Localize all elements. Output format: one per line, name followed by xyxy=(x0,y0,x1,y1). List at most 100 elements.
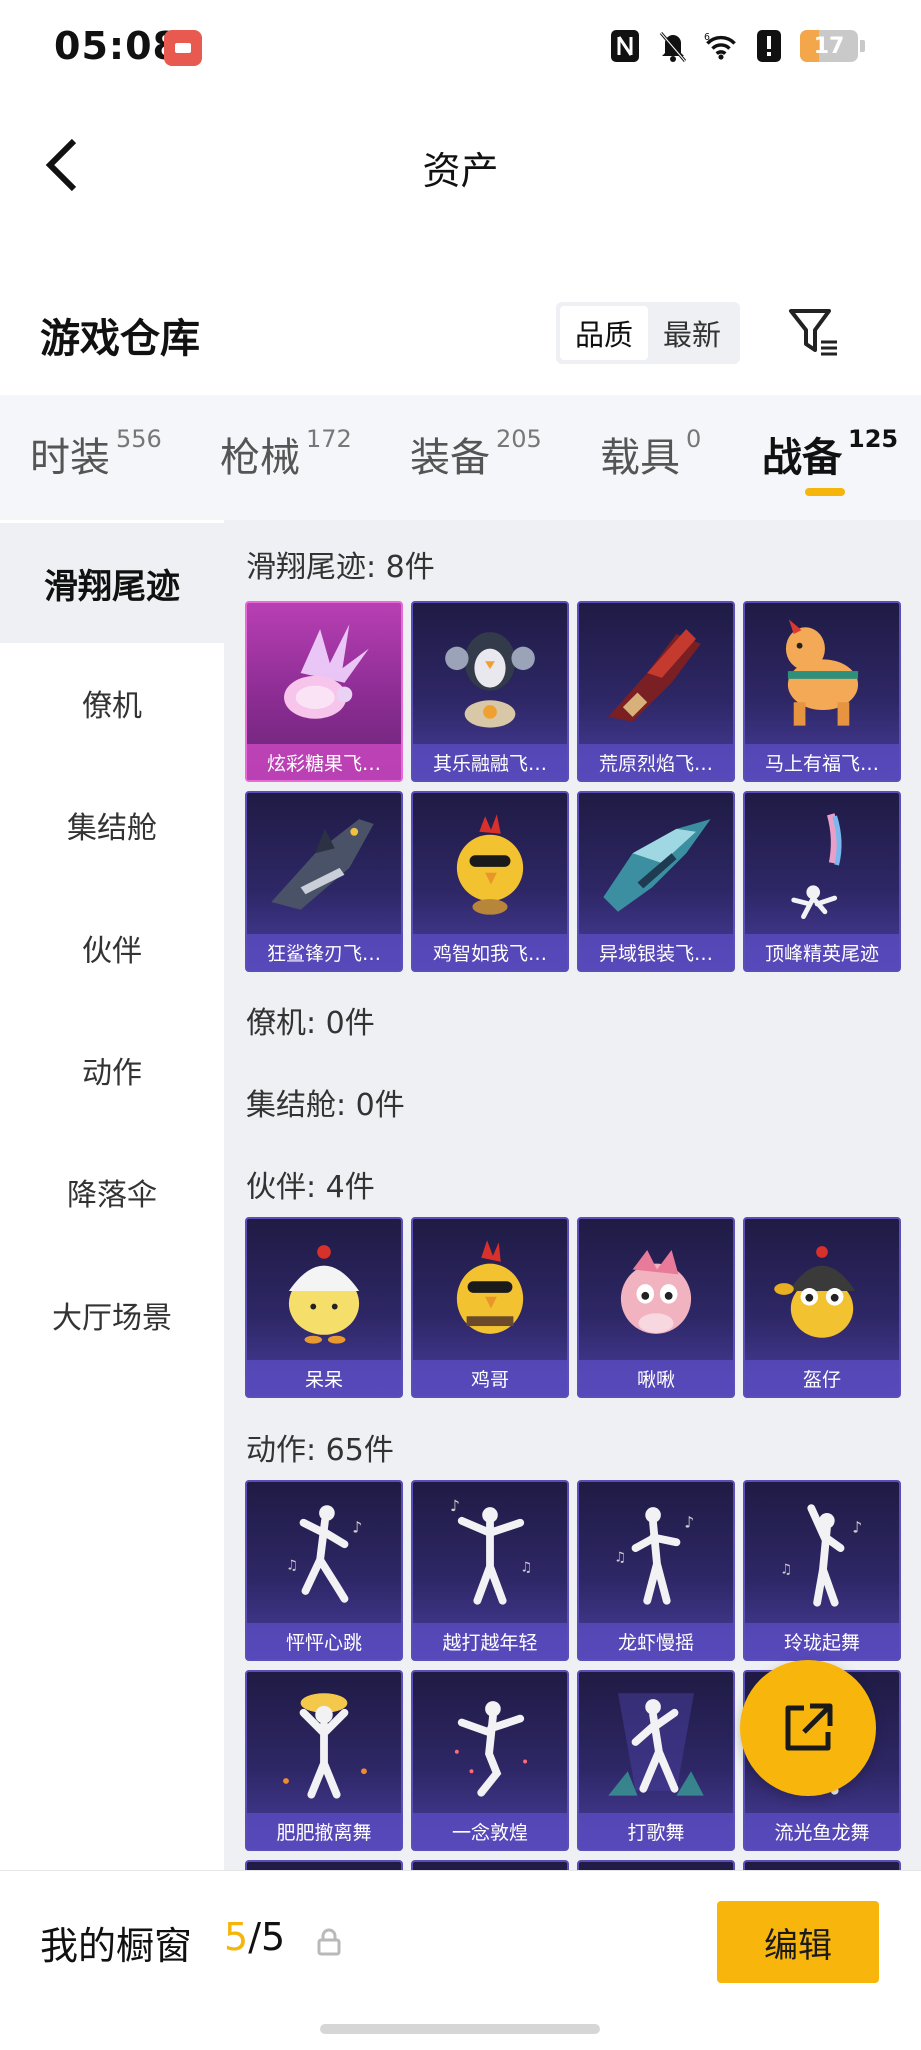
item-label: 啾啾 xyxy=(579,1360,733,1396)
item-card[interactable]: 异域银装飞… xyxy=(577,791,735,972)
svg-text:♪: ♪ xyxy=(684,1514,694,1532)
item-label: 玲珑起舞 xyxy=(745,1623,899,1659)
item-card[interactable]: 炫彩糖果飞… xyxy=(245,601,403,782)
item-label: 马上有福飞… xyxy=(745,744,899,780)
bottom-bar: 我的橱窗 5/5 编辑 xyxy=(0,1870,921,2050)
item-card[interactable] xyxy=(743,1860,901,1870)
flame-trail-icon xyxy=(608,629,701,722)
wifi-6-icon: 6 xyxy=(704,28,738,64)
edit-button[interactable]: 编辑 xyxy=(717,1901,879,1983)
sidebar-item-lobby-scene[interactable]: 大厅场景 xyxy=(0,1255,224,1375)
page-title: 资产 xyxy=(422,149,499,193)
item-label: 一念敦煌 xyxy=(413,1813,567,1849)
kuizai-companion-icon xyxy=(774,1246,856,1338)
sidebar-item-rally-pod[interactable]: 集结舱 xyxy=(0,765,224,885)
item-label: 异域银装飞… xyxy=(579,934,733,970)
section-header-rally-pod: 集结舱: 0件 xyxy=(246,1088,405,1123)
item-card[interactable] xyxy=(245,1860,403,1870)
item-card[interactable]: 鸡智如我飞… xyxy=(411,791,569,972)
item-card[interactable]: 打歌舞 xyxy=(577,1670,735,1851)
daidai-companion-icon xyxy=(288,1245,360,1344)
tab-count: 556 xyxy=(116,425,162,453)
showcase-title: 我的橱窗 xyxy=(40,1924,193,1968)
item-label: 越打越年轻 xyxy=(413,1623,567,1659)
horse-trail-icon xyxy=(785,619,859,726)
item-card[interactable]: ♪ ♫ 越打越年轻 xyxy=(411,1480,569,1661)
filter-icon xyxy=(789,309,837,356)
item-label: 流光鱼龙舞 xyxy=(745,1813,899,1849)
item-label: 龙虾慢摇 xyxy=(579,1623,733,1659)
item-card[interactable]: ♪ ♫ 怦怦心跳 xyxy=(245,1480,403,1661)
sidebar-item-companion[interactable]: 伙伴 xyxy=(0,888,224,1008)
silver-wing-trail-icon xyxy=(603,819,711,912)
item-label: 盔仔 xyxy=(745,1360,899,1396)
emote-dance-icon xyxy=(454,1701,528,1797)
tab-weapons[interactable]: 枪械 172 xyxy=(220,425,352,483)
screen-record-icon xyxy=(164,30,202,66)
item-card[interactable]: 其乐融融飞… xyxy=(411,601,569,782)
tab-readiness[interactable]: 战备 125 xyxy=(762,425,898,483)
alert-icon xyxy=(752,28,786,64)
sidebar-item-glide-trail[interactable]: 滑翔尾迹 xyxy=(0,523,224,643)
tab-label: 战备 xyxy=(762,435,842,481)
item-card[interactable] xyxy=(577,1860,735,1870)
tab-count: 172 xyxy=(306,425,352,453)
svg-text:♪: ♪ xyxy=(352,1519,362,1537)
nfc-icon xyxy=(608,28,642,64)
filter-button[interactable] xyxy=(784,302,844,362)
emote-dance-icon: ♪ ♫ xyxy=(286,1505,362,1603)
tab-fashion[interactable]: 时装 556 xyxy=(30,425,162,483)
tab-count: 0 xyxy=(686,425,702,453)
sort-toggle: 品质 最新 xyxy=(556,302,740,364)
chicken-trail-icon xyxy=(456,814,524,915)
item-card[interactable]: ♪ ♫ 玲珑起舞 xyxy=(743,1480,901,1661)
sort-option-newest[interactable]: 最新 xyxy=(648,306,736,360)
tab-label: 时装 xyxy=(30,435,110,481)
emote-dance-icon xyxy=(283,1693,367,1799)
item-label: 打歌舞 xyxy=(579,1813,733,1849)
tab-equipment[interactable]: 装备 205 xyxy=(410,425,542,483)
item-label: 顶峰精英尾迹 xyxy=(745,934,899,970)
jiujiu-companion-icon xyxy=(620,1250,692,1334)
sort-option-quality[interactable]: 品质 xyxy=(560,306,648,360)
nav-header: 资产 xyxy=(0,100,921,230)
showcase-total: /5 xyxy=(248,1915,286,1959)
item-card[interactable]: 盔仔 xyxy=(743,1217,901,1398)
svg-text:♫: ♫ xyxy=(780,1561,792,1577)
item-card[interactable]: ♪ ♫ 龙虾慢摇 xyxy=(577,1480,735,1661)
emote-dance-icon xyxy=(608,1693,704,1796)
active-tab-indicator xyxy=(805,488,845,496)
svg-text:6: 6 xyxy=(704,32,710,43)
sidebar-item-parachute[interactable]: 降落伞 xyxy=(0,1132,224,1252)
item-card[interactable]: 鸡哥 xyxy=(411,1217,569,1398)
item-card[interactable]: 顶峰精英尾迹 xyxy=(743,791,901,972)
item-card[interactable]: 荒原烈焰飞… xyxy=(577,601,735,782)
item-card[interactable]: 马上有福飞… xyxy=(743,601,901,782)
item-card[interactable]: 狂鲨锋刃飞… xyxy=(245,791,403,972)
item-label: 其乐融融飞… xyxy=(413,744,567,780)
svg-text:♪: ♪ xyxy=(852,1519,862,1537)
status-icons: 6 17 xyxy=(608,28,865,64)
item-card[interactable]: 肥肥撤离舞 xyxy=(245,1670,403,1851)
svg-text:♪: ♪ xyxy=(450,1497,460,1515)
tab-label: 枪械 xyxy=(220,435,300,481)
elite-trail-icon xyxy=(791,813,842,920)
share-icon xyxy=(785,1703,833,1751)
item-card[interactable]: 啾啾 xyxy=(577,1217,735,1398)
tab-label: 装备 xyxy=(410,435,490,481)
home-indicator[interactable] xyxy=(320,2024,600,2034)
category-tabs: 时装 556 枪械 172 装备 205 载具 0 战备 125 xyxy=(0,395,921,520)
sidebar-item-wingman[interactable]: 僚机 xyxy=(0,643,224,763)
item-card[interactable]: 呆呆 xyxy=(245,1217,403,1398)
item-label: 肥肥撤离舞 xyxy=(247,1813,401,1849)
status-bar: 05:08 6 17 xyxy=(0,0,921,100)
svg-text:♫: ♫ xyxy=(520,1559,532,1575)
item-card[interactable]: 一念敦煌 xyxy=(411,1670,569,1851)
sidebar-item-emote[interactable]: 动作 xyxy=(0,1010,224,1130)
item-label: 鸡智如我飞… xyxy=(413,934,567,970)
shark-trail-icon xyxy=(271,819,374,910)
tab-vehicles[interactable]: 载具 0 xyxy=(600,425,701,483)
share-button[interactable] xyxy=(740,1660,876,1796)
emote-dance-icon: ♪ ♫ xyxy=(780,1504,862,1607)
item-card[interactable] xyxy=(411,1860,569,1870)
